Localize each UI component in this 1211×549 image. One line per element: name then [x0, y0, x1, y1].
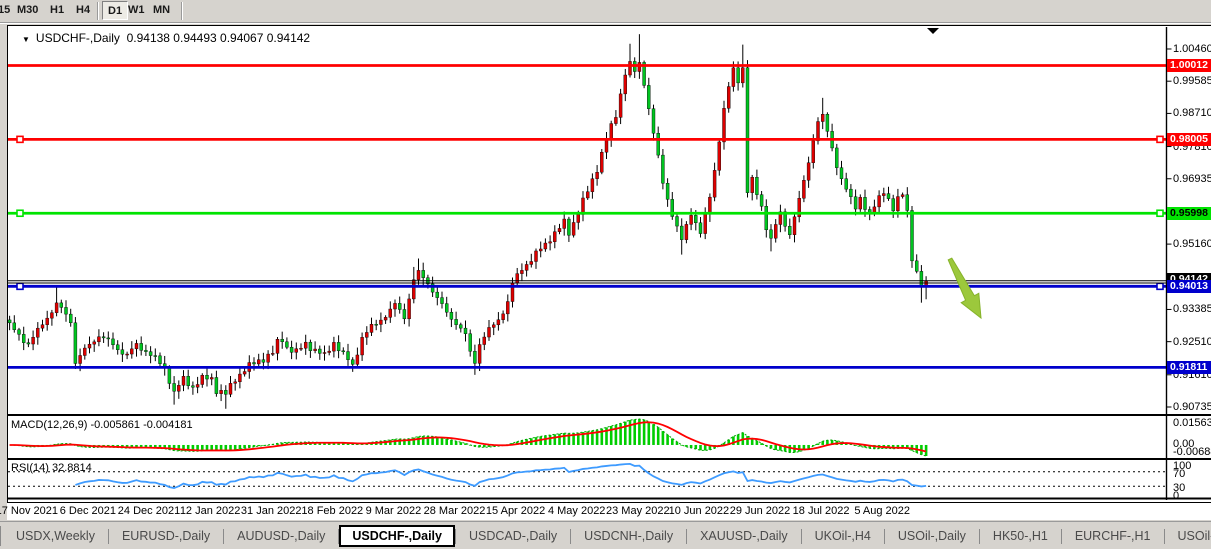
- chart-tab-xauusd-daily[interactable]: XAUUSD-,Daily: [687, 525, 801, 547]
- chart-frame: [7, 25, 1211, 503]
- date-axis-label: 28 Mar 2022: [424, 505, 486, 517]
- price-axis-label: 0.98710: [1173, 107, 1211, 119]
- rsi-axis-label: 70: [1173, 468, 1185, 480]
- chart-tab-usoil-h4[interactable]: USOil-,H4: [1165, 525, 1211, 547]
- chart-ohlc-values: 0.94138 0.94493 0.94067 0.94142: [127, 31, 311, 45]
- price-axis-label: 0.99585: [1173, 75, 1211, 87]
- rsi-indicator-label: RSI(14) 32.8814: [11, 462, 92, 474]
- timeframe-button-h1[interactable]: H1: [50, 4, 64, 16]
- chart-tab-eurusd-daily[interactable]: EURUSD-,Daily: [109, 525, 223, 547]
- chart-tab-audusd-daily[interactable]: AUDUSD-,Daily: [224, 525, 338, 547]
- timeframe-button-15[interactable]: 15: [0, 4, 10, 16]
- price-axis-label: 0.92510: [1173, 336, 1211, 348]
- timeframe-button-m30[interactable]: M30: [17, 4, 38, 16]
- date-axis-label: 15 Apr 2022: [486, 505, 545, 517]
- tab-stub[interactable]: [0, 526, 1, 546]
- toolbar-edge: [0, 22, 1211, 24]
- rsi-axis-label: 0: [1173, 490, 1179, 502]
- level-price-badge: 1.00012: [1167, 59, 1211, 72]
- chart-tab-hk50-h1[interactable]: HK50-,H1: [980, 525, 1061, 547]
- price-axis-label: 1.00460: [1173, 43, 1211, 55]
- chart-dropdown-icon[interactable]: ▼: [22, 35, 30, 44]
- timeframe-button-h4[interactable]: H4: [76, 4, 90, 16]
- date-axis-label: 23 May 2022: [606, 505, 670, 517]
- chart-tab-usoil-daily[interactable]: USOil-,Daily: [885, 525, 979, 547]
- chart-tab-usdcad-daily[interactable]: USDCAD-,Daily: [456, 525, 570, 547]
- date-axis-label: 4 May 2022: [548, 505, 605, 517]
- chart-tab-usdx-weekly[interactable]: USDX,Weekly: [3, 525, 108, 547]
- chart-symbol: USDCHF-,Daily: [36, 31, 120, 45]
- macd-axis-label: -0.006884: [1173, 446, 1211, 458]
- date-axis-label: 18 Jul 2022: [793, 505, 850, 517]
- timeframe-button-mn[interactable]: MN: [153, 4, 170, 16]
- macd-axis-label: 0.015636: [1173, 417, 1211, 429]
- date-axis-label: 5 Aug 2022: [854, 505, 910, 517]
- price-axis-label: 0.96935: [1173, 173, 1211, 185]
- date-axis-label: 6 Dec 2021: [60, 505, 116, 517]
- level-price-badge: 0.91811: [1167, 361, 1211, 374]
- timeframe-toolbar: 15 M30 H1 H4 D1W1 MN: [0, 0, 1211, 23]
- price-axis-label: 0.90735: [1173, 401, 1211, 413]
- toolbar-separator: [97, 2, 99, 20]
- timeframe-button-w1[interactable]: W1: [128, 4, 145, 16]
- price-axis-label: 0.93385: [1173, 303, 1211, 315]
- price-axis-label: 0.95160: [1173, 238, 1211, 250]
- date-axis-label: 18 Feb 2022: [301, 505, 363, 517]
- date-axis-label: 17 Nov 2021: [0, 505, 58, 517]
- date-axis-label: 31 Jan 2022: [241, 505, 302, 517]
- chart-tab-usdchf-daily[interactable]: USDCHF-,Daily: [339, 525, 455, 547]
- chart-tab-usdcnh-daily[interactable]: USDCNH-,Daily: [571, 525, 686, 547]
- date-axis-label: 12 Jan 2022: [180, 505, 241, 517]
- level-price-badge: 0.95998: [1167, 207, 1211, 220]
- date-axis-label: 24 Dec 2021: [118, 505, 180, 517]
- mt4-terminal: 15 M30 H1 H4 D1W1 MN ▼ USDCHF-,Daily 0.94138 0…: [0, 0, 1211, 549]
- macd-indicator-label: MACD(12,26,9) -0.005861 -0.004181: [11, 419, 193, 431]
- level-price-badge: 0.94013: [1167, 280, 1211, 293]
- date-axis-label: 29 Jun 2022: [730, 505, 791, 517]
- timeframe-button-d1[interactable]: D1: [102, 1, 128, 20]
- chart-tab-bar: USDX,WeeklyEURUSD-,DailyAUDUSD-,DailyUSD…: [0, 521, 1211, 549]
- chart-tab-eurchf-h1[interactable]: EURCHF-,H1: [1062, 525, 1164, 547]
- date-axis-label: 9 Mar 2022: [366, 505, 422, 517]
- chart-tab-ukoil-h4[interactable]: UKOil-,H4: [802, 525, 884, 547]
- level-price-badge: 0.98005: [1167, 133, 1211, 146]
- toolbar-separator: [181, 2, 183, 20]
- date-axis-label: 10 Jun 2022: [669, 505, 730, 517]
- chart-title: ▼ USDCHF-,Daily 0.94138 0.94493 0.94067 0…: [22, 31, 310, 45]
